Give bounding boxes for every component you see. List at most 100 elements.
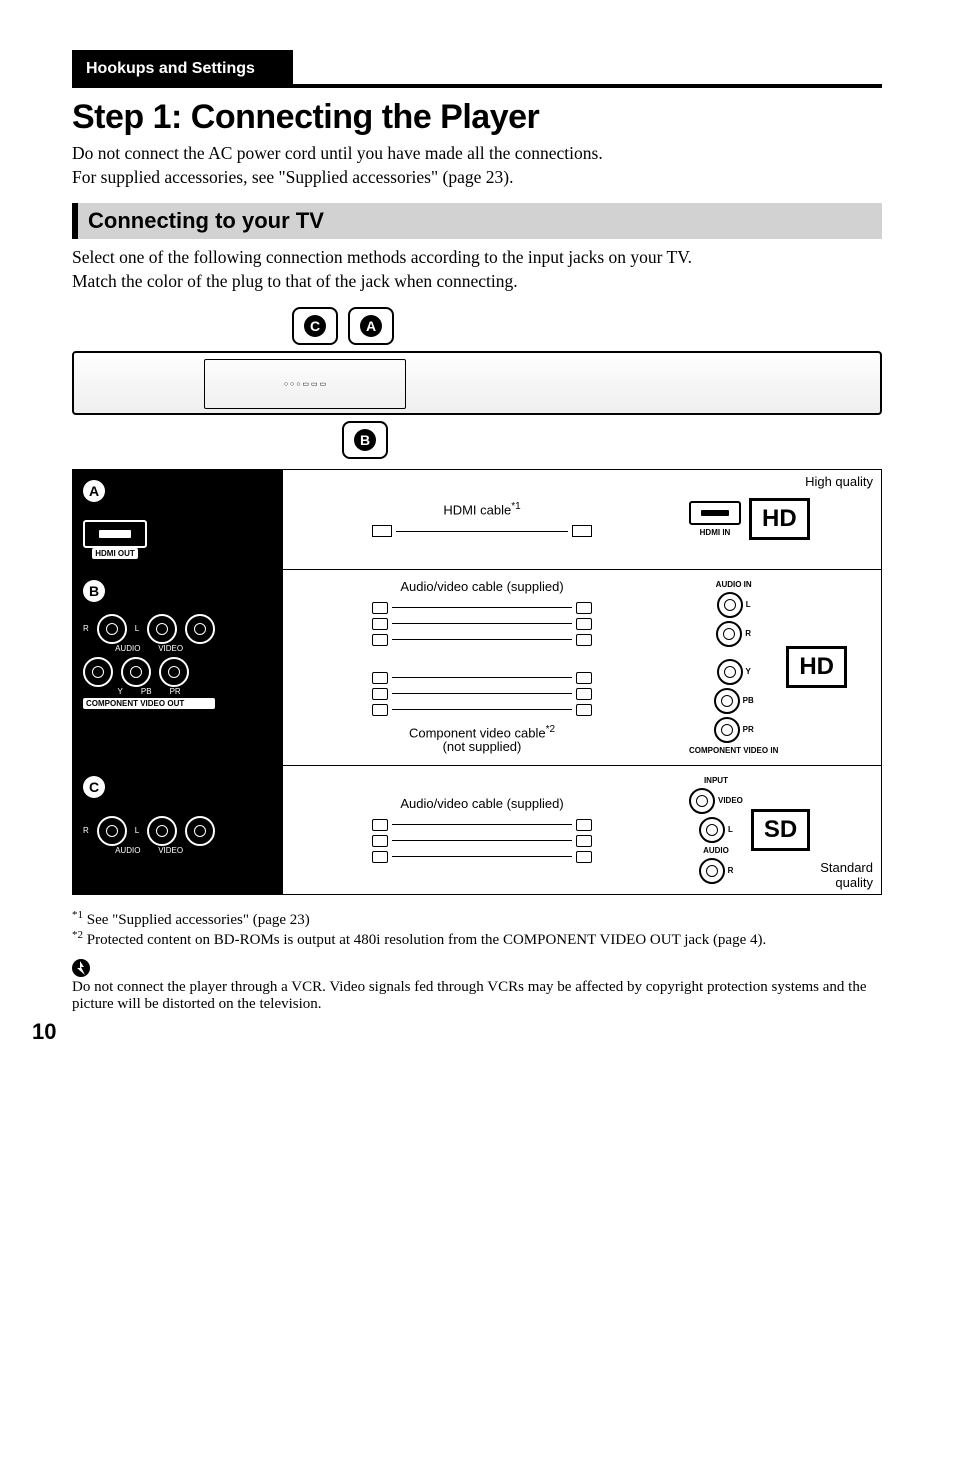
audio-l-jack-icon [147, 614, 177, 644]
hdmi-out-label: HDMI OUT [92, 548, 138, 559]
option-C-bubble: C [83, 776, 105, 798]
hdmi-in-label: HDMI IN [700, 528, 731, 537]
option-C-mid: Audio/video cable (supplied) [283, 766, 681, 894]
rca-plug-icon [576, 835, 592, 847]
rca-plug-icon [372, 634, 388, 646]
audio-l-in-icon [717, 592, 743, 618]
out-L-2: L [135, 826, 139, 835]
rca-plug-icon [576, 851, 592, 863]
hdmi-cable-sup: *1 [511, 501, 520, 512]
rca-plug-icon [576, 634, 592, 646]
rca-plug-icon [372, 672, 388, 684]
rca-plug-icon [372, 602, 388, 614]
audio-r-in-icon [716, 621, 742, 647]
av-cable-label-1: Audio/video cable (supplied) [400, 580, 563, 594]
footnote-1: See "Supplied accessories" (page 23) [83, 912, 310, 928]
hdmi-cable-label: HDMI cable [443, 502, 511, 517]
rca-plug-icon [372, 704, 388, 716]
audio-r-in-icon [699, 858, 725, 884]
in-L-2: L [728, 825, 733, 834]
video-jack-icon [185, 816, 215, 846]
not-supplied-label: (not supplied) [443, 739, 522, 754]
caution-text: Do not connect the player through a VCR.… [72, 979, 882, 1013]
av-cable-label-2: Audio/video cable (supplied) [400, 797, 563, 811]
option-C-left: C R L AUDIO VIDEO [73, 766, 283, 894]
out-R-2: R [83, 826, 89, 835]
input-label: INPUT [704, 776, 728, 785]
callout-A-box: A [348, 307, 394, 345]
video-in-icon [689, 788, 715, 814]
video-out-label: VIDEO [158, 644, 183, 653]
caution-icon [72, 959, 90, 977]
in-Y: Y [746, 667, 751, 676]
audio-label: AUDIO [703, 846, 729, 855]
callout-C: C [304, 315, 326, 337]
rca-plug-icon [372, 618, 388, 630]
option-B-bubble: B [83, 580, 105, 602]
rca-plug-icon [372, 851, 388, 863]
standard-label-1: Standard [820, 860, 873, 875]
rear-ports-group: ○ ○ ○ ▭ ▭ ▭ [204, 359, 406, 409]
pr-in-icon [714, 717, 740, 743]
rca-plug-icon [576, 819, 592, 831]
audio-r-jack-icon [97, 816, 127, 846]
rca-plug-icon [576, 618, 592, 630]
audio-out-label: AUDIO [115, 644, 140, 653]
component-cable-label: Component video cable [409, 725, 546, 740]
intro-line-2: For supplied accessories, see "Supplied … [72, 167, 882, 189]
component-cable-sup: *2 [546, 724, 555, 735]
pb-jack-icon [121, 657, 151, 687]
audio-l-in-icon [699, 817, 725, 843]
audio-in-label: AUDIO IN [716, 580, 752, 589]
quality-hd-badge-2: HD [786, 646, 847, 688]
component-out-label: COMPONENT VIDEO OUT [83, 698, 215, 709]
video-jack-icon [185, 614, 215, 644]
in-PR: PR [743, 725, 754, 734]
option-A-bubble: A [83, 480, 105, 502]
option-row-A: High quality A HDMI OUT HDMI cable*1 [73, 470, 881, 569]
section-tab: Hookups and Settings [72, 50, 293, 88]
component-in-label: COMPONENT VIDEO IN [689, 746, 778, 755]
in-L: L [746, 600, 751, 609]
quality-hd-badge: HD [749, 498, 810, 540]
device-diagram: C A ○ ○ ○ ▭ ▭ ▭ B [72, 307, 882, 459]
video-out-label-2: VIDEO [158, 846, 183, 855]
in-video: VIDEO [718, 796, 743, 805]
high-quality-label: High quality [805, 474, 873, 489]
y-jack-icon [83, 657, 113, 687]
callout-C-box: C [292, 307, 338, 345]
audio-out-label-2: AUDIO [115, 846, 140, 855]
option-row-B: B R L AUDIO VIDEO [73, 569, 881, 765]
audio-l-jack-icon [147, 816, 177, 846]
rca-plug-icon [576, 704, 592, 716]
subsection-bar: Connecting to your TV [72, 203, 882, 239]
pb-in-icon [714, 688, 740, 714]
section-header: Hookups and Settings [72, 50, 882, 88]
in-R-2: R [728, 866, 734, 875]
out-Y: Y [118, 687, 123, 696]
connection-options: High quality A HDMI OUT HDMI cable*1 [72, 469, 882, 895]
audio-r-jack-icon [97, 614, 127, 644]
callout-B: B [354, 429, 376, 451]
rca-plug-icon [576, 602, 592, 614]
out-L: L [135, 624, 139, 633]
option-B-left: B R L AUDIO VIDEO [73, 570, 283, 765]
callout-A: A [360, 315, 382, 337]
quality-sd-badge: SD [751, 809, 810, 851]
page-title: Step 1: Connecting the Player [72, 98, 882, 137]
standard-label-2: quality [835, 875, 873, 890]
option-A-mid: HDMI cable*1 [283, 470, 681, 569]
out-R: R [83, 624, 89, 633]
hdmi-plug-icon [372, 525, 392, 537]
option-row-C: Standard quality C R L AUDIO VIDEO [73, 765, 881, 894]
option-A-left: A HDMI OUT [73, 470, 283, 569]
subsection-title: Connecting to your TV [88, 208, 324, 233]
rca-plug-icon [372, 688, 388, 700]
rca-plug-icon [372, 835, 388, 847]
hdmi-in-port-icon [689, 501, 741, 525]
rca-plug-icon [576, 688, 592, 700]
footnote-2: Protected content on BD-ROMs is output a… [83, 932, 766, 948]
option-B-right: AUDIO IN L R Y PB PR COMPONENT VIDEO IN … [681, 570, 881, 765]
in-R: R [745, 629, 751, 638]
callout-B-box: B [342, 421, 388, 459]
